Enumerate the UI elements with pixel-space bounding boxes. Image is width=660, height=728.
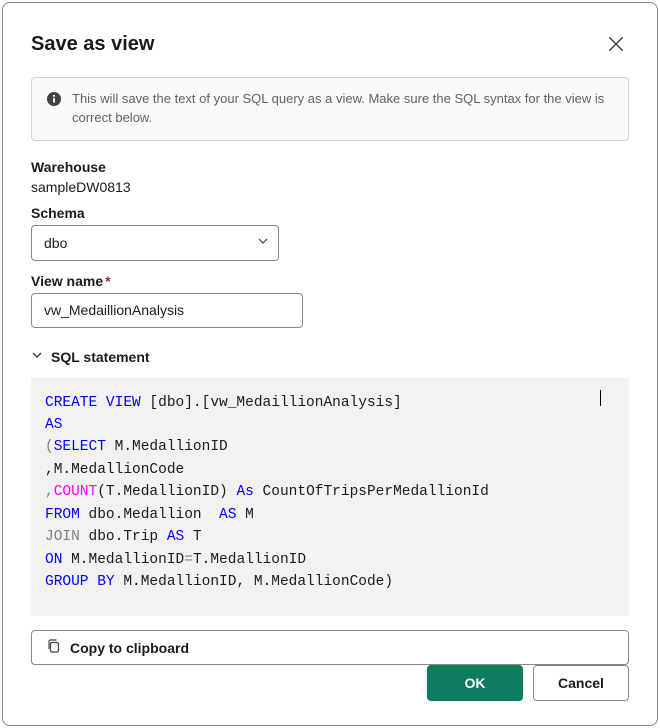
sql-text: dbo.Trip <box>80 529 167 545</box>
warehouse-value: sampleDW0813 <box>31 179 629 195</box>
info-box: This will save the text of your SQL quer… <box>31 77 629 141</box>
sql-punct: , <box>45 484 54 500</box>
sql-kw: JOIN <box>45 529 80 545</box>
chevron-down-icon <box>31 348 43 366</box>
sql-text: [dbo].[vw_MedaillionAnalysis] <box>141 395 402 411</box>
sql-kw: SELECT <box>54 439 106 455</box>
dialog-title: Save as view <box>31 33 154 56</box>
copy-to-clipboard-button[interactable]: Copy to clipboard <box>31 630 629 665</box>
required-indicator: * <box>105 273 110 289</box>
close-button[interactable] <box>603 31 629 57</box>
sql-statement-box[interactable]: CREATE VIEW [dbo].[vw_MedaillionAnalysis… <box>31 378 629 617</box>
save-as-view-dialog: Save as view This will save the text of … <box>2 2 658 726</box>
sql-statement-toggle[interactable]: SQL statement <box>31 348 629 366</box>
sql-kw: AS <box>219 507 236 523</box>
sql-text: M.MedallionID <box>62 552 184 568</box>
schema-label: Schema <box>31 205 629 221</box>
info-icon <box>46 91 62 112</box>
sql-kw: GROUP BY <box>45 574 115 590</box>
text-cursor <box>600 390 601 406</box>
warehouse-label: Warehouse <box>31 159 629 175</box>
schema-select[interactable]: dbo <box>31 225 279 261</box>
view-name-input[interactable] <box>31 293 303 328</box>
sql-kw: AS <box>167 529 184 545</box>
view-name-label: View name* <box>31 273 629 289</box>
sql-kw: AS <box>45 417 62 433</box>
sql-text: T.MedallionID <box>193 552 306 568</box>
sql-text: M.MedallionID, M.MedallionCode) <box>115 574 393 590</box>
copy-icon <box>46 638 62 657</box>
sql-text: ,M.MedallionCode <box>45 462 184 478</box>
close-icon <box>607 35 625 53</box>
copy-button-label: Copy to clipboard <box>70 640 189 656</box>
schema-select-wrapper: dbo <box>31 225 279 261</box>
sql-text: dbo.Medallion <box>80 507 219 523</box>
sql-text: M <box>236 507 253 523</box>
sql-statement-label: SQL statement <box>51 349 150 365</box>
dialog-header: Save as view <box>31 31 629 57</box>
info-message: This will save the text of your SQL quer… <box>72 90 614 128</box>
sql-text: CountOfTripsPerMedallionId <box>254 484 489 500</box>
sql-kw: As <box>236 484 253 500</box>
sql-text: M.MedallionID <box>106 439 228 455</box>
dialog-footer: OK Cancel <box>31 665 629 701</box>
sql-kw: ON <box>45 552 62 568</box>
sql-kw: CREATE VIEW <box>45 395 141 411</box>
sql-text: (T.MedallionID) <box>97 484 236 500</box>
view-name-label-text: View name <box>31 273 103 289</box>
sql-text: T <box>184 529 201 545</box>
sql-punct: = <box>184 552 193 568</box>
sql-kw: COUNT <box>54 484 98 500</box>
ok-button[interactable]: OK <box>427 665 523 701</box>
cancel-button[interactable]: Cancel <box>533 665 629 701</box>
sql-kw: FROM <box>45 507 80 523</box>
sql-punct: ( <box>45 439 54 455</box>
